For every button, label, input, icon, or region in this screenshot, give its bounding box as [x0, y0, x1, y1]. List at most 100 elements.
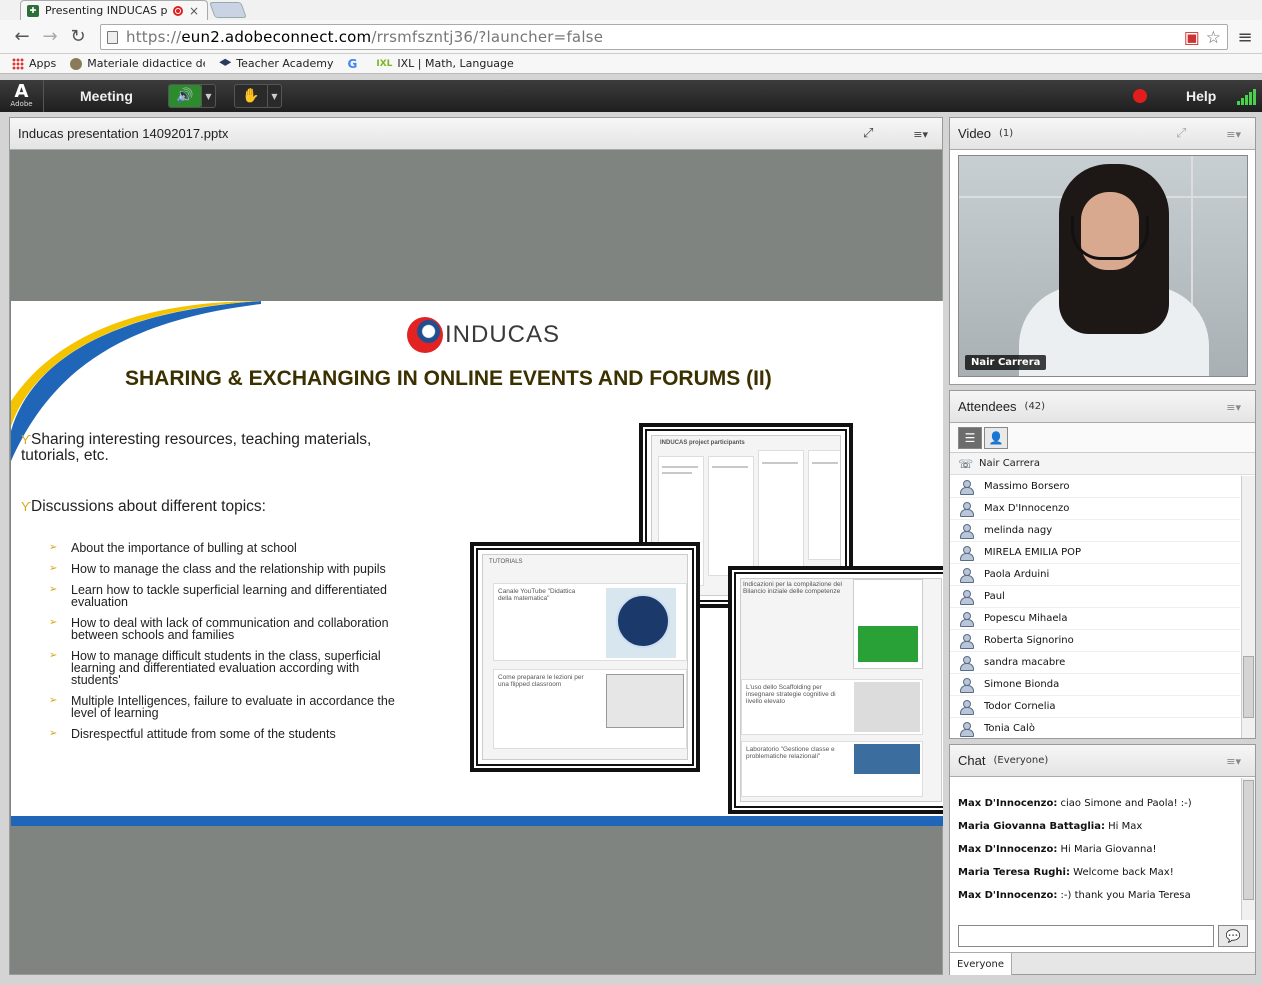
browser-tab[interactable]: ✚ Presenting INDUCAS proj × [20, 0, 208, 20]
text-line [812, 462, 838, 464]
webcam-video: Nair Carrera [958, 155, 1248, 377]
mini-card: Laboratorio "Gestione classe e problemat… [741, 741, 923, 797]
bookmark-google[interactable]: G [348, 57, 363, 71]
attendee-list: Massimo Borsero Max D'Innocenzo melinda … [950, 476, 1240, 738]
browser-toolbar: ← → ↻ https://eun2.adobeconnect.com/rrsm… [0, 20, 1262, 54]
attendee-name: Paola Arduini [984, 569, 1050, 580]
forward-arrow-icon[interactable]: → [36, 23, 64, 51]
attendee-row[interactable]: Popescu Mihaela [950, 608, 1240, 630]
card-title: L'uso dello Scaffolding per insegnare st… [746, 684, 836, 705]
video-pod-title: Video [958, 126, 992, 141]
fullscreen-icon[interactable]: ⤢ [1176, 126, 1192, 142]
bookmark-apps[interactable]: Apps [12, 57, 56, 70]
chat-text: Hi Max [1104, 821, 1143, 832]
scrollbar-thumb[interactable] [1243, 780, 1254, 900]
attendee-view-toolbar: ☰ 👤 [950, 423, 1255, 453]
attendee-name: MIRELA EMILIA POP [984, 547, 1082, 558]
green-banner [858, 626, 918, 662]
user-icon [960, 699, 974, 715]
record-icon[interactable] [1133, 89, 1147, 103]
user-icon [960, 677, 974, 693]
raise-hand-icon[interactable]: ✋ [235, 85, 267, 107]
screenshot-content: TUTORIALS Canale YouTube "Didattica dell… [482, 554, 688, 760]
attendee-row[interactable]: Paola Arduini [950, 564, 1240, 586]
raise-hand-control[interactable]: ✋ ▼ [234, 84, 282, 108]
video-pod-header: Video (1) ⤢ ≡▾ [950, 118, 1255, 150]
connect-menubar: A Adobe Meeting 🔊 ▼ ✋ ▼ [0, 80, 1262, 112]
presenter-row[interactable]: ☏ Nair Carrera [950, 453, 1255, 475]
chat-scrollbar[interactable] [1241, 778, 1255, 920]
blocked-popup-icon[interactable]: ▣ [1184, 28, 1200, 48]
adobe-connect-favicon-icon: ✚ [27, 4, 39, 17]
new-tab-button[interactable] [209, 2, 247, 18]
bookmark-ixl[interactable]: IXL IXL | Math, Language Ar [376, 57, 515, 70]
attendee-row[interactable]: Tonia Calò [950, 718, 1240, 738]
pod-menu-icon[interactable]: ≡▾ [913, 128, 928, 141]
url-path: /rrsmfszntj36/?launcher=false [371, 28, 604, 46]
meeting-menu[interactable]: Meeting [80, 88, 133, 104]
discussion-topics-list: About the importance of bulling at schoo… [49, 542, 399, 749]
mini-card: L'uso dello Scaffolding per insegnare st… [741, 679, 923, 735]
video-name-tag: Nair Carrera [965, 355, 1047, 370]
list-view-icon[interactable]: ☰ [958, 426, 982, 449]
video-pod: Video (1) ⤢ ≡▾ Nair Carrera [949, 117, 1256, 385]
slide-screenshot-indicazioni: Indicazioni per la compilazione del Bila… [728, 566, 943, 814]
attendee-row[interactable]: Simone Bionda [950, 674, 1240, 696]
attendee-row[interactable]: Massimo Borsero [950, 476, 1240, 498]
chat-text: Welcome back Max! [1069, 867, 1174, 878]
bookmark-teacher-academy[interactable]: Teacher Academy [219, 57, 334, 70]
chat-sender: Maria Giovanna Battaglia: [958, 821, 1105, 832]
pod-menu-icon[interactable]: ≡▾ [1226, 401, 1241, 414]
screenshot-heading: INDUCAS project participants [660, 440, 745, 446]
card-title: Come preparare le lezioni per una flippe… [498, 674, 584, 688]
attendee-row[interactable]: Paul [950, 586, 1240, 608]
text-line [662, 472, 692, 474]
slide-footer-bar [11, 816, 943, 826]
attendee-row[interactable]: Todor Cornelia [950, 696, 1240, 718]
status-view-icon[interactable]: 👤 [984, 426, 1008, 449]
chevron-down-icon[interactable]: ▼ [201, 85, 215, 107]
chat-sender: Max D'Innocenzo: [958, 844, 1058, 855]
owl-icon [70, 57, 83, 70]
user-icon [960, 567, 974, 583]
back-arrow-icon[interactable]: ← [8, 23, 36, 51]
speaker-control[interactable]: 🔊 ▼ [168, 84, 216, 108]
clock-image [606, 588, 676, 658]
attendee-name: Popescu Mihaela [984, 613, 1068, 624]
address-bar[interactable]: https://eun2.adobeconnect.com/rrsmfszntj… [100, 24, 1228, 50]
chat-sender: Max D'Innocenzo: [958, 798, 1058, 809]
attendee-row[interactable]: melinda nagy [950, 520, 1240, 542]
attendee-row[interactable]: Max D'Innocenzo [950, 498, 1240, 520]
help-menu[interactable]: Help [1186, 88, 1216, 104]
bookmark-star-icon[interactable]: ☆ [1206, 28, 1221, 48]
url-host: eun2.adobeconnect.com [181, 28, 372, 46]
attendee-scrollbar[interactable] [1241, 476, 1255, 738]
card-title: Indicazioni per la compilazione del Bila… [743, 581, 843, 595]
attendee-row[interactable]: MIRELA EMILIA POP [950, 542, 1240, 564]
adobe-letter: A [14, 81, 29, 102]
chat-tab-everyone[interactable]: Everyone [950, 953, 1012, 975]
tab-close-icon[interactable]: × [189, 4, 199, 18]
bullet-text: Discussions about different topics: [31, 498, 266, 515]
bookmark-materiale[interactable]: Materiale didactice de 10 [70, 57, 205, 70]
speaker-volume-icon[interactable]: 🔊 [169, 85, 201, 107]
attendee-name: Massimo Borsero [984, 481, 1070, 492]
attendee-row[interactable]: sandra macabre [950, 652, 1240, 674]
reload-icon[interactable]: ↻ [64, 23, 92, 51]
chevron-down-icon[interactable]: ▼ [267, 85, 281, 107]
chat-sender: Maria Teresa Rughi: [958, 867, 1070, 878]
tab-title: Presenting INDUCAS proj [45, 4, 167, 17]
pod-menu-icon[interactable]: ≡▾ [1226, 755, 1241, 768]
pod-menu-icon[interactable]: ≡▾ [1226, 128, 1241, 141]
send-message-icon[interactable]: 💬 [1218, 925, 1248, 947]
scrollbar-thumb[interactable] [1243, 656, 1254, 718]
browser-menu-icon[interactable]: ≡ [1234, 24, 1256, 50]
chat-input[interactable] [958, 925, 1214, 947]
fullscreen-icon[interactable]: ⤢ [863, 126, 879, 142]
recording-icon [173, 5, 183, 16]
topic-item: How to manage difficult students in the … [49, 650, 399, 687]
mini-card [708, 456, 754, 576]
attendee-row[interactable]: Roberta Signorino [950, 630, 1240, 652]
google-g-icon: G [347, 56, 358, 71]
text-line [712, 466, 748, 468]
